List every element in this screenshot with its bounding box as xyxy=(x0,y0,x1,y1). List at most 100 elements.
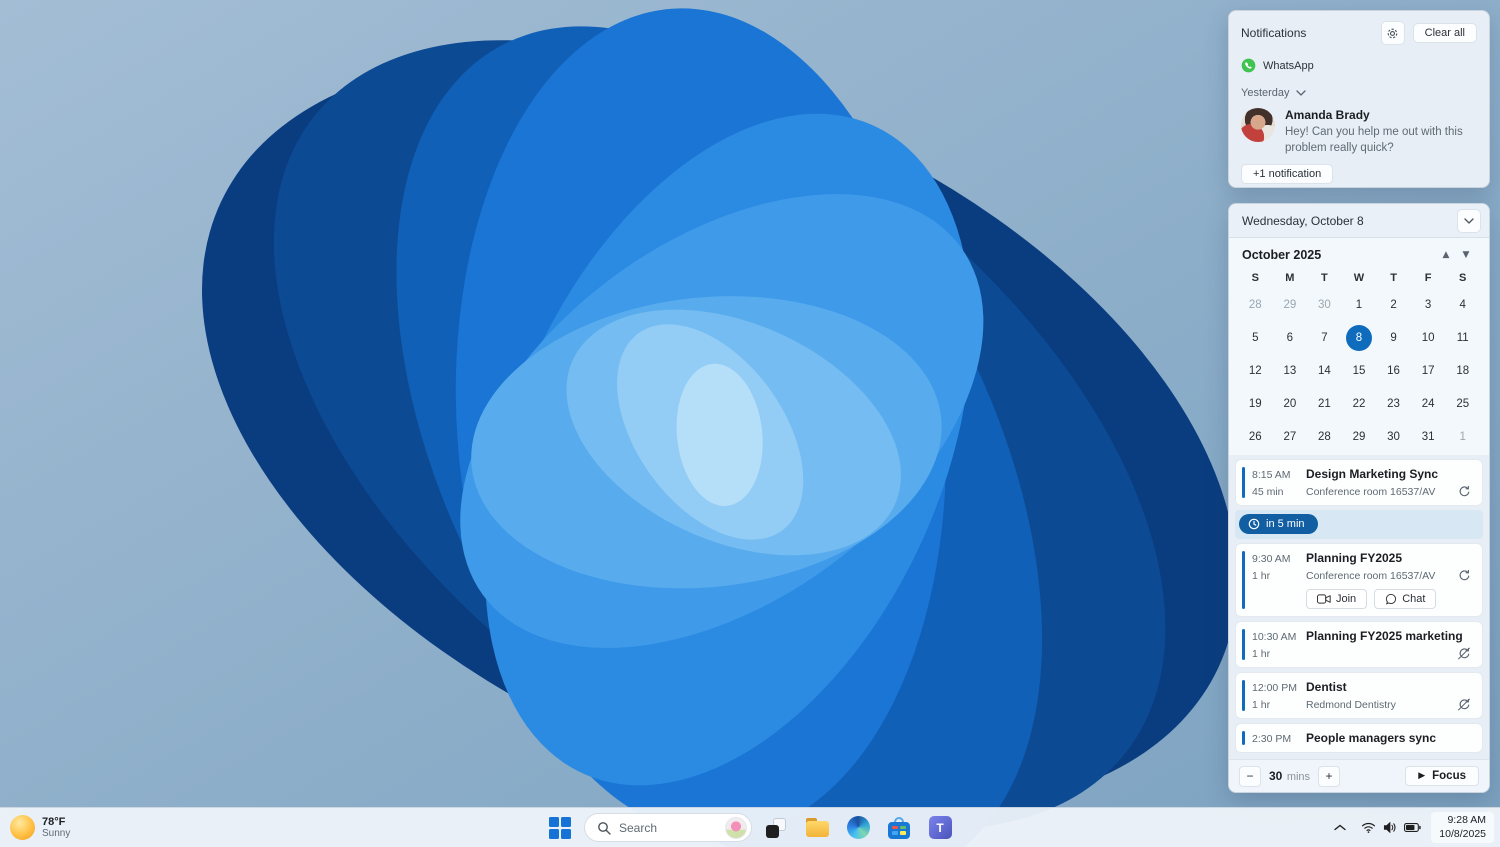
calendar-day[interactable]: 1 xyxy=(1342,288,1377,321)
wifi-icon xyxy=(1361,822,1376,833)
collapse-calendar-button[interactable] xyxy=(1457,208,1481,233)
agenda-event[interactable]: 2:30 PM People managers sync xyxy=(1235,723,1483,753)
recurring-off-icon xyxy=(1457,698,1472,711)
store-button[interactable] xyxy=(882,811,916,845)
calendar-day[interactable]: 31 xyxy=(1411,420,1446,453)
clear-all-button[interactable]: Clear all xyxy=(1412,23,1477,43)
reminder-pill[interactable]: in 5 min xyxy=(1239,514,1318,534)
increase-duration-button[interactable]: + xyxy=(1318,765,1341,787)
start-button[interactable] xyxy=(543,811,577,845)
task-view-icon xyxy=(766,817,786,838)
calendar-day[interactable]: 29 xyxy=(1273,288,1308,321)
search-highlight-image[interactable] xyxy=(725,816,747,839)
calendar-day[interactable]: 17 xyxy=(1411,354,1446,387)
focus-button[interactable]: ▶ Focus xyxy=(1405,766,1479,786)
event-time: 10:30 AM xyxy=(1252,631,1297,643)
weather-widget[interactable]: 78°F Sunny xyxy=(10,815,70,840)
microsoft-store-icon xyxy=(888,816,910,839)
edge-button[interactable] xyxy=(841,811,875,845)
chevron-down-icon xyxy=(1295,90,1306,96)
notifications-panel: Notifications Clear all WhatsApp Yesterd… xyxy=(1228,10,1490,188)
event-duration: 1 hr xyxy=(1252,647,1271,660)
calendar-day[interactable]: 20 xyxy=(1273,387,1308,420)
yesterday-group-toggle[interactable]: Yesterday xyxy=(1241,87,1477,99)
agenda-event[interactable]: 8:15 AM Design Marketing Sync 45 min Confer… xyxy=(1235,459,1483,506)
prev-month-button[interactable]: ▲ xyxy=(1436,250,1456,260)
calendar-day[interactable]: 28 xyxy=(1307,420,1342,453)
event-title: Planning FY2025 marketing xyxy=(1306,629,1463,643)
whatsapp-icon xyxy=(1241,58,1256,73)
calendar-day[interactable]: 28 xyxy=(1238,288,1273,321)
calendar-day[interactable]: 25 xyxy=(1445,387,1480,420)
calendar-day[interactable]: 10 xyxy=(1411,321,1446,354)
teams-button[interactable]: T xyxy=(923,811,957,845)
chat-button[interactable]: Chat xyxy=(1374,589,1437,609)
clock-icon xyxy=(1248,518,1260,530)
search-box[interactable]: Search xyxy=(584,813,752,842)
calendar-panel: Wednesday, October 8 October 2025 ▲ ▼ S M… xyxy=(1228,203,1490,793)
calendar-day[interactable]: 30 xyxy=(1376,420,1411,453)
calendar-day[interactable]: 7 xyxy=(1307,321,1342,354)
notification-settings-button[interactable] xyxy=(1380,21,1405,45)
event-time: 2:30 PM xyxy=(1252,733,1292,745)
calendar-day[interactable]: 18 xyxy=(1445,354,1480,387)
calendar-day[interactable]: 26 xyxy=(1238,420,1273,453)
task-view-button[interactable] xyxy=(759,811,793,845)
focus-session-bar: − 30 mins + ▶ Focus xyxy=(1229,759,1489,792)
wallpaper-bloom xyxy=(201,8,1238,847)
notification-message: Hey! Can you help me out with this probl… xyxy=(1285,126,1463,154)
calendar-day[interactable]: 15 xyxy=(1342,354,1377,387)
calendar-day[interactable]: 22 xyxy=(1342,387,1377,420)
calendar-day[interactable]: 27 xyxy=(1273,420,1308,453)
calendar-day[interactable]: 30 xyxy=(1307,288,1342,321)
calendar-month-label: October 2025 xyxy=(1242,248,1322,262)
event-time: 8:15 AM xyxy=(1252,469,1291,481)
calendar-day[interactable]: 21 xyxy=(1307,387,1342,420)
gear-icon xyxy=(1386,27,1399,40)
calendar-day[interactable]: 5 xyxy=(1238,321,1273,354)
sun-icon xyxy=(10,815,35,840)
agenda-event[interactable]: 9:30 AM Planning FY2025 1 hr Conference roo… xyxy=(1235,543,1483,617)
join-button[interactable]: Join xyxy=(1306,589,1368,609)
event-title: People managers sync xyxy=(1306,731,1437,745)
dow-label: W xyxy=(1353,272,1365,284)
calendar-day[interactable]: 19 xyxy=(1238,387,1273,420)
calendar-day[interactable]: 9 xyxy=(1376,321,1411,354)
calendar-day[interactable]: 29 xyxy=(1342,420,1377,453)
calendar-day[interactable]: 16 xyxy=(1376,354,1411,387)
calendar-day[interactable]: 13 xyxy=(1273,354,1308,387)
event-title: Design Marketing Sync xyxy=(1306,467,1439,481)
quick-settings-button[interactable] xyxy=(1356,818,1426,837)
event-title: Dentist xyxy=(1306,680,1347,694)
calendar-day[interactable]: 2 xyxy=(1376,288,1411,321)
file-explorer-button[interactable] xyxy=(800,811,834,845)
chevron-down-icon xyxy=(1464,217,1474,224)
event-row: 9:30 AM Planning FY2025 xyxy=(1252,551,1472,565)
calendar-day-today[interactable]: 8 xyxy=(1342,321,1377,354)
notification-item[interactable]: Amanda Brady Hey! Can you help me out wi… xyxy=(1241,108,1477,156)
decrease-duration-button[interactable]: − xyxy=(1239,765,1261,787)
focus-duration-unit: mins xyxy=(1286,771,1311,783)
calendar-day[interactable]: 12 xyxy=(1238,354,1273,387)
calendar-day[interactable]: 14 xyxy=(1307,354,1342,387)
calendar-day[interactable]: 3 xyxy=(1411,288,1446,321)
calendar-day[interactable]: 4 xyxy=(1445,288,1480,321)
notifications-title: Notifications xyxy=(1241,26,1307,40)
tray-overflow-button[interactable] xyxy=(1329,820,1351,835)
chat-icon xyxy=(1385,593,1397,605)
calendar-day[interactable]: 1 xyxy=(1445,420,1480,453)
search-icon xyxy=(597,821,611,835)
calendar-day[interactable]: 11 xyxy=(1445,321,1480,354)
calendar-day[interactable]: 23 xyxy=(1376,387,1411,420)
next-month-button[interactable]: ▼ xyxy=(1456,250,1476,260)
recurring-icon xyxy=(1457,569,1472,582)
clock-tray-button[interactable]: 9:28 AM 10/8/2025 xyxy=(1431,811,1494,844)
tray-time: 9:28 AM xyxy=(1447,813,1486,826)
more-notifications-button[interactable]: +1 notification xyxy=(1241,164,1334,185)
calendar-day[interactable]: 24 xyxy=(1411,387,1446,420)
event-detail-row: 1 hr xyxy=(1252,647,1472,660)
agenda-event[interactable]: 10:30 AM Planning FY2025 marketing 1 hr xyxy=(1235,621,1483,668)
play-icon: ▶ xyxy=(1418,771,1426,781)
calendar-day[interactable]: 6 xyxy=(1273,321,1308,354)
agenda-event[interactable]: 12:00 PM Dentist 1 hr Redmond Dentistry xyxy=(1235,672,1483,719)
